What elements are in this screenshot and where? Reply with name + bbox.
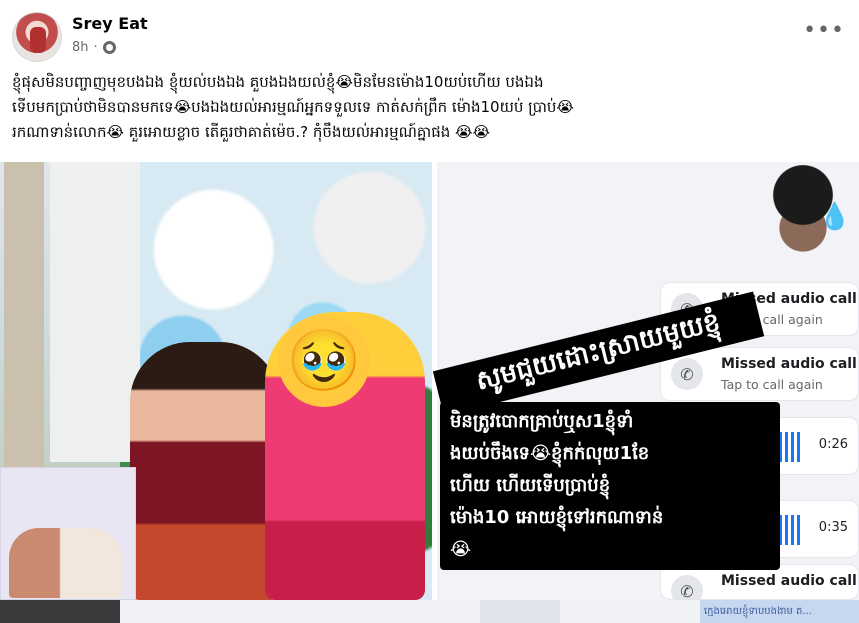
- author-avatar[interactable]: [12, 12, 62, 62]
- missed-call-card[interactable]: ✆ Missed audio call Tap to call again: [660, 347, 859, 401]
- more-options-button[interactable]: •••: [803, 20, 845, 42]
- post-meta: 8h ·: [72, 40, 116, 55]
- khmer-message-box: មិនត្រូវបោកគ្រាប់ឬស1ខ្ញុំទាំ ងយប់ចឹងទេ😭ខ…: [440, 402, 780, 570]
- voice-duration: 0:26: [818, 437, 848, 452]
- author-name[interactable]: Srey Eat: [72, 14, 148, 33]
- pleading-face-emoji-icon: 🥹: [278, 315, 370, 407]
- person-woman: [130, 342, 280, 600]
- caption-line: ខ្ញុំផុសមិនបញ្ចាញមុខបងឯង ខ្ញុំយល់បងឯង គួ…: [12, 73, 544, 91]
- call-title: Missed audio call: [721, 573, 857, 589]
- message-line: 😭: [450, 539, 472, 560]
- message-line: ងយប់ចឹងទេ😭ខ្ញុំកក់លុយ1ខែ: [450, 443, 650, 464]
- globe-icon[interactable]: [102, 41, 116, 54]
- next-photo-thumb[interactable]: [480, 600, 560, 623]
- framed-photo-couple: [9, 528, 121, 598]
- missed-call-icon: ✆: [671, 358, 703, 390]
- white-wall: [50, 162, 140, 462]
- next-photo-thumb[interactable]: [0, 600, 120, 623]
- framed-photo: [0, 467, 136, 600]
- post-caption: ខ្ញុំផុសមិនបញ្ចាញមុខបងឯង ខ្ញុំយល់បងឯង គួ…: [12, 70, 852, 145]
- next-media-strip: ក្មេងអោយខ្ញុំទាបបងងាម ត...: [0, 600, 859, 623]
- message-line: ហើយ ហើយទើបប្រាប់ខ្ញុំ: [450, 475, 611, 496]
- post-header: Srey Eat 8h · •••: [0, 0, 859, 66]
- post-time[interactable]: 8h: [72, 40, 89, 55]
- message-line: ម៉ោង10 អោយខ្ញុំទៅរកណាទាន់: [450, 507, 664, 528]
- caption-line: ទើបមកប្រាប់ថាមិនបានមកទេ😭បងឯងយល់អារម្មណ៍អ…: [12, 98, 574, 116]
- voice-duration: 0:35: [818, 520, 848, 535]
- caption-line: រកណាទាន់លោក😭 គួរអោយខ្លាច តើគួរថាគាត់ម៉េច…: [12, 123, 491, 141]
- call-subtitle: Tap to call again: [721, 377, 823, 392]
- message-line: មិនត្រូវបោកគ្រាប់ឬស1ខ្ញុំទាំ: [450, 411, 634, 432]
- call-title: Missed audio call: [721, 356, 857, 372]
- post-media: 🥹 💧 ✆ Missed audio call Tap to call agai…: [0, 162, 859, 607]
- photo-left[interactable]: 🥹: [0, 162, 432, 600]
- next-photo-caption[interactable]: ក្មេងអោយខ្ញុំទាបបងងាម ត...: [700, 600, 859, 623]
- tears-icon: 💧: [818, 202, 851, 232]
